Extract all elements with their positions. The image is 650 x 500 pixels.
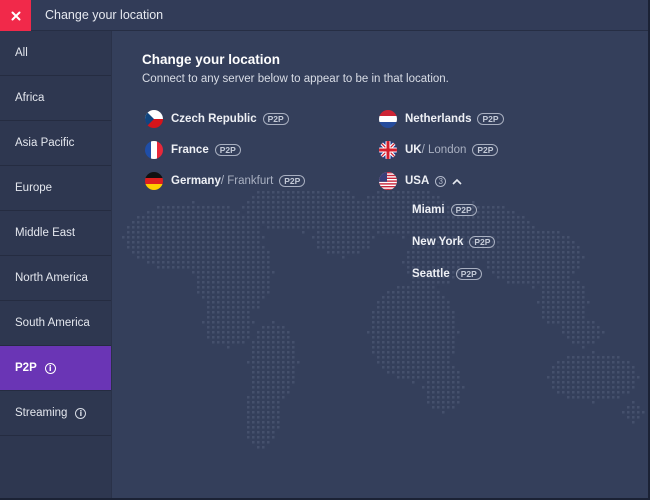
page-heading: Change your location xyxy=(142,52,281,67)
city-name: New York xyxy=(412,236,464,248)
location-name: UK xyxy=(405,144,422,156)
info-icon[interactable]: i xyxy=(44,362,56,374)
server-count-badge: 3 xyxy=(435,175,447,187)
sidebar-item-label: Middle East xyxy=(15,227,76,239)
p2p-badge: P2P xyxy=(469,236,496,248)
sidebar-item-label: South America xyxy=(15,317,90,329)
close-icon xyxy=(11,11,20,20)
location-name: France xyxy=(171,144,209,156)
czech-flag-icon xyxy=(145,110,163,128)
sidebar-item-label: Streaming xyxy=(15,407,68,419)
page-subheading: Connect to any server below to appear to… xyxy=(142,73,449,85)
location-czech-republic[interactable]: Czech Republic P2P xyxy=(145,110,289,128)
world-map-background xyxy=(122,191,645,449)
sidebar-item-asia-pacific[interactable]: Asia Pacific xyxy=(0,121,111,166)
p2p-badge: P2P xyxy=(472,144,499,156)
location-usa-seattle[interactable]: Seattle P2P xyxy=(412,268,482,280)
sidebar-item-all[interactable]: All xyxy=(0,31,111,76)
sidebar-item-label: Europe xyxy=(15,182,53,194)
location-city: / London xyxy=(421,144,467,156)
germany-flag-icon xyxy=(145,172,163,190)
location-name: Czech Republic xyxy=(171,113,257,125)
location-usa-new-york[interactable]: New York P2P xyxy=(412,236,496,248)
sidebar-item-label: Africa xyxy=(15,92,45,104)
location-city: / Frankfurt xyxy=(220,175,274,187)
france-flag-icon xyxy=(145,141,163,159)
info-icon[interactable]: i xyxy=(75,407,87,419)
location-uk[interactable]: UK / London P2P xyxy=(379,141,499,159)
p2p-badge: P2P xyxy=(477,113,504,125)
sidebar-item-label: North America xyxy=(15,272,88,284)
p2p-badge: P2P xyxy=(450,204,477,216)
p2p-badge: P2P xyxy=(279,175,306,187)
location-name: USA xyxy=(405,175,430,187)
location-usa[interactable]: USA 3 xyxy=(379,172,462,190)
sidebar-item-p2p[interactable]: P2P i xyxy=(0,346,111,391)
sidebar-item-middle-east[interactable]: Middle East xyxy=(0,211,111,256)
location-germany[interactable]: Germany / Frankfurt P2P xyxy=(145,172,306,190)
usa-flag-icon xyxy=(379,172,397,190)
sidebar-item-africa[interactable]: Africa xyxy=(0,76,111,121)
location-name: Netherlands xyxy=(405,113,472,125)
uk-flag-icon xyxy=(379,141,397,159)
location-window: Change your location All Africa Asia Pac… xyxy=(0,0,650,500)
location-netherlands[interactable]: Netherlands P2P xyxy=(379,110,504,128)
title-bar: Change your location xyxy=(0,0,648,31)
window-title: Change your location xyxy=(45,8,164,22)
city-name: Miami xyxy=(412,204,445,216)
p2p-badge: P2P xyxy=(214,144,241,156)
sidebar-item-north-america[interactable]: North America xyxy=(0,256,111,301)
sidebar-item-label: Asia Pacific xyxy=(15,137,75,149)
p2p-badge: P2P xyxy=(455,268,482,280)
region-sidebar: All Africa Asia Pacific Europe Middle Ea… xyxy=(0,31,112,498)
sidebar-item-label: P2P xyxy=(15,362,37,374)
main-panel: Change your location Connect to any serv… xyxy=(112,31,648,498)
sidebar-item-label: All xyxy=(15,47,28,59)
close-button[interactable] xyxy=(0,0,31,31)
location-france[interactable]: France P2P xyxy=(145,141,241,159)
p2p-badge: P2P xyxy=(262,113,289,125)
sidebar-item-south-america[interactable]: South America xyxy=(0,301,111,346)
sidebar-item-europe[interactable]: Europe xyxy=(0,166,111,211)
location-usa-miami[interactable]: Miami P2P xyxy=(412,204,477,216)
sidebar-item-streaming[interactable]: Streaming i xyxy=(0,391,111,436)
location-name: Germany xyxy=(171,175,221,187)
city-name: Seattle xyxy=(412,268,450,280)
chevron-up-icon[interactable] xyxy=(452,178,462,185)
netherlands-flag-icon xyxy=(379,110,397,128)
